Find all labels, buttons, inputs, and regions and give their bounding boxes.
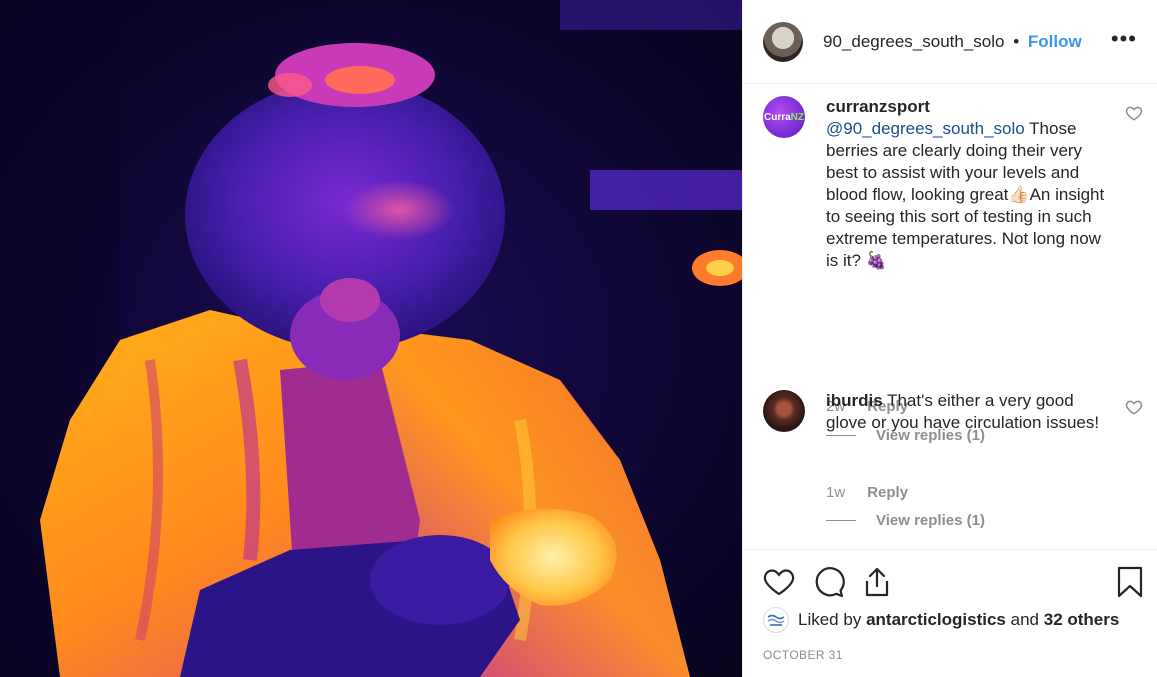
commenter-avatar[interactable] — [763, 390, 805, 432]
avatar-logo-text: Curra — [763, 111, 791, 123]
likes-prefix: Liked by — [798, 610, 862, 629]
post-panel: 90_degrees_south_solo • Follow ••• Curra… — [742, 0, 1157, 677]
post-image[interactable] — [0, 0, 742, 677]
more-icon[interactable]: ••• — [1111, 27, 1137, 56]
comment-like-heart-icon[interactable] — [1125, 398, 1143, 416]
post-date[interactable]: OCTOBER 31 — [763, 648, 843, 662]
likes-others[interactable]: 32 others — [1044, 610, 1120, 630]
comment-username[interactable]: curranzsport — [826, 97, 930, 116]
comment-username[interactable]: iburdis — [826, 391, 883, 410]
comment-text: curranzsport @90_degrees_south_solo Thos… — [826, 96, 1106, 272]
liker-avatar[interactable] — [763, 607, 789, 633]
comment-mention[interactable]: @90_degrees_south_solo — [826, 119, 1025, 138]
comment-like-heart-icon[interactable] — [1125, 104, 1143, 122]
comment-item: Curra NZ curranzsport @90_degrees_south_s… — [763, 96, 1143, 444]
follow-button[interactable]: Follow — [1028, 32, 1082, 51]
heart-icon[interactable] — [763, 566, 795, 598]
post-header: 90_degrees_south_solo • Follow ••• — [743, 0, 1157, 84]
comment-text: iburdis That's either a very good glove … — [826, 390, 1106, 434]
view-replies-label: View replies (1) — [876, 512, 985, 529]
commenter-avatar[interactable]: Curra NZ — [763, 96, 805, 138]
author-avatar[interactable] — [763, 21, 803, 62]
comment-item: iburdis That's either a very good glove … — [763, 390, 1143, 530]
author-username[interactable]: 90_degrees_south_solo — [823, 32, 1004, 51]
action-bar — [763, 566, 1143, 600]
replies-divider — [826, 520, 856, 521]
avatar-logo-accent: NZ — [790, 111, 805, 123]
separator-dot: • — [1013, 31, 1020, 51]
likes-summary: Liked by antarcticlogistics and 32 other… — [763, 607, 1119, 633]
view-replies-button[interactable]: View replies (1) — [826, 512, 985, 529]
likes-joiner: and — [1010, 610, 1039, 629]
thermal-photo — [0, 0, 742, 677]
comment-body: Those berries are clearly doing their ve… — [826, 119, 1105, 270]
bookmark-icon[interactable] — [1114, 566, 1146, 598]
reply-button[interactable]: Reply — [867, 484, 908, 501]
likes-user[interactable]: antarcticlogistics — [866, 610, 1006, 630]
comment-icon[interactable] — [813, 566, 845, 598]
comment-age: 1w — [826, 484, 846, 501]
post-actions: Liked by antarcticlogistics and 32 other… — [743, 549, 1157, 677]
logistics-logo-icon — [767, 614, 785, 626]
share-icon[interactable] — [861, 566, 893, 598]
comments-list[interactable]: Curra NZ curranzsport @90_degrees_south_s… — [743, 84, 1157, 549]
comment-meta: 1w Reply — [826, 484, 908, 501]
